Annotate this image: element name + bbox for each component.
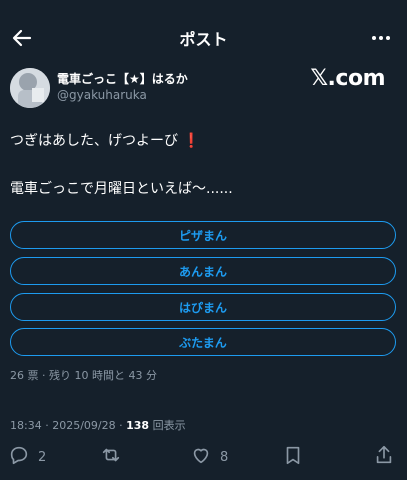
poll-summary: 26 票 · 残り 10 時間と 43 分 <box>10 369 157 382</box>
bookmark-button[interactable] <box>282 444 304 470</box>
bookmark-icon <box>282 444 304 470</box>
page-title: ポスト <box>179 30 228 49</box>
exclamation-emoji: ❗ <box>182 133 200 149</box>
reply-count: 2 <box>38 449 47 465</box>
reply-icon <box>8 444 30 470</box>
like-button[interactable]: 8 <box>190 444 228 470</box>
view-label: 回表示 <box>152 419 186 432</box>
post-time[interactable]: 18:34 <box>10 419 42 432</box>
avatar[interactable] <box>10 68 50 108</box>
view-count: 138 <box>126 419 150 432</box>
top-bar: ポスト <box>0 18 407 58</box>
retweet-button[interactable] <box>100 444 130 470</box>
author-handle[interactable]: @gyakuharuka <box>57 88 147 102</box>
poll-option[interactable]: あんまん <box>10 257 396 285</box>
poll-option[interactable]: はぴまん <box>10 293 396 321</box>
post-text-line-2: 電車ごっこで月曜日といえば〜...... <box>10 181 233 197</box>
action-bar: 2 8 <box>0 444 407 470</box>
post-date[interactable]: 2025/09/28 <box>52 419 115 432</box>
author-name[interactable]: 電車ごっこ【★】はるか <box>57 70 188 87</box>
like-count: 8 <box>220 449 229 465</box>
poll-option[interactable]: ピザまん <box>10 221 396 249</box>
post-text: つぎはあした、げつよーび <box>10 133 178 149</box>
retweet-icon <box>100 444 122 470</box>
x-logo-icon: 𝕏.com <box>310 66 385 91</box>
share-icon <box>373 444 395 470</box>
share-button[interactable] <box>373 444 395 470</box>
more-options-icon[interactable] <box>369 26 393 50</box>
heart-icon <box>190 444 212 470</box>
poll-option[interactable]: ぶたまん <box>10 328 396 356</box>
post-meta: 18:34 · 2025/09/28 · 138 回表示 <box>10 419 186 432</box>
post-text-line-1: つぎはあした、げつよーび ❗ <box>10 130 200 150</box>
reply-button[interactable]: 2 <box>8 444 46 470</box>
